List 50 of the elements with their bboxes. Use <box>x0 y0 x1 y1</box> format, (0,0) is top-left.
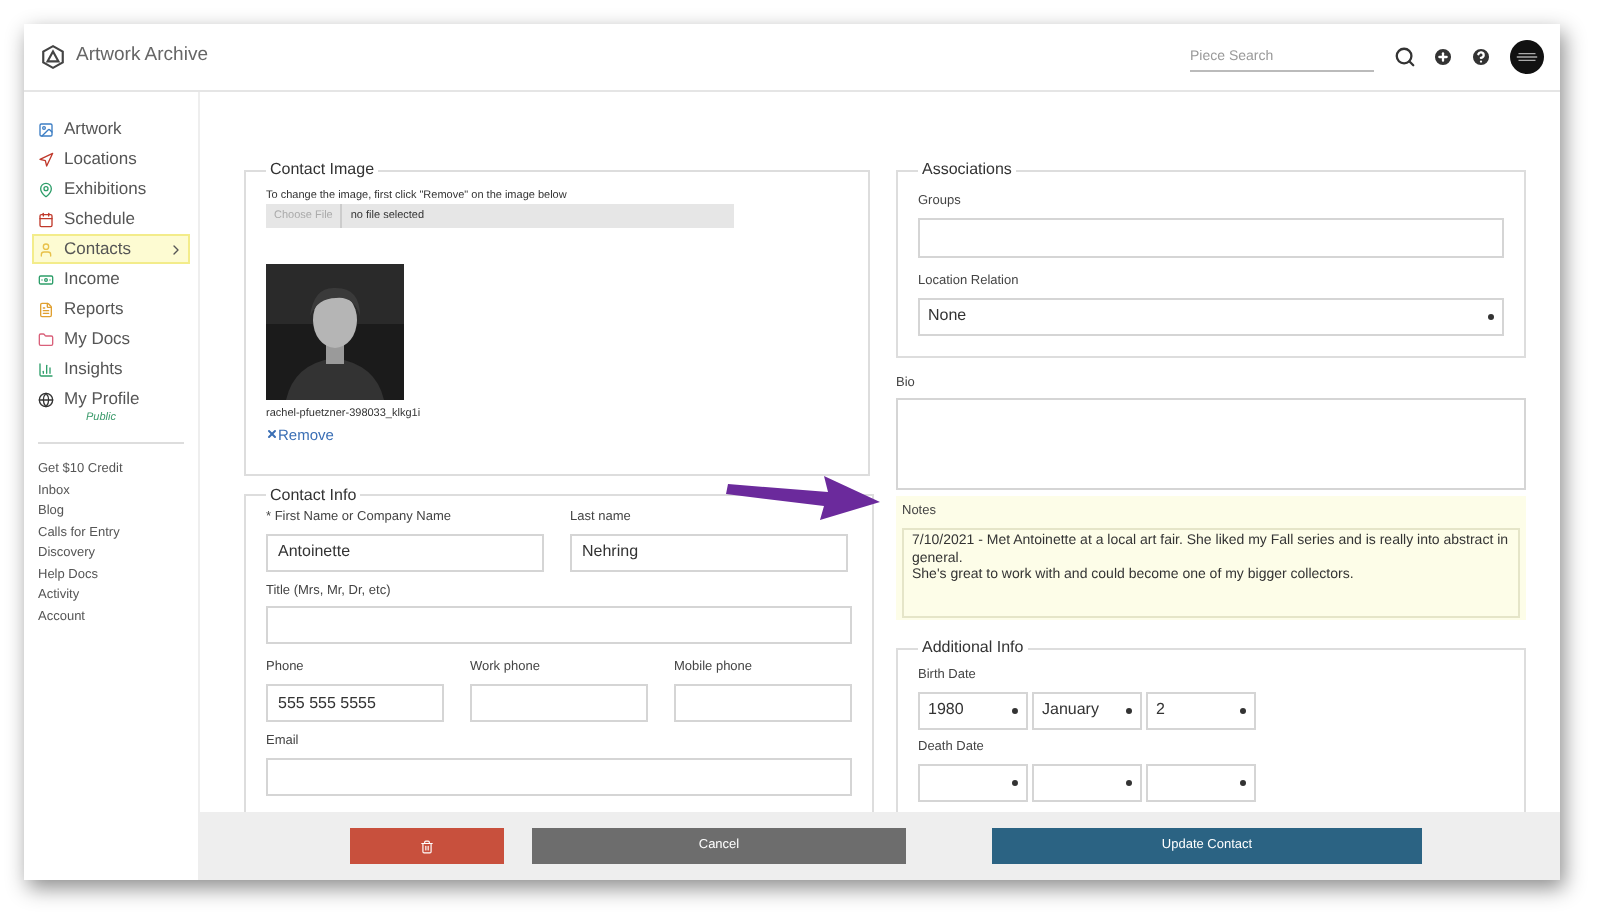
calendar-icon <box>38 211 54 227</box>
dropdown[interactable]: January <box>1032 691 1142 730</box>
image-icon <box>38 121 54 137</box>
sidebar-item[interactable]: Exhibitions <box>32 174 190 204</box>
dropdown[interactable]: 2 <box>1146 691 1256 730</box>
sidebar-item[interactable]: My Profile <box>32 384 190 414</box>
dropdown[interactable] <box>1146 763 1256 801</box>
text-field[interactable] <box>266 757 852 796</box>
text-field[interactable] <box>266 606 852 645</box>
avatar-icon[interactable] <box>1510 40 1544 74</box>
text-field[interactable]: Antoinette <box>266 533 544 571</box>
chevron-icon <box>168 241 184 257</box>
logo-icon <box>40 44 66 70</box>
navigation-arrow-icon <box>38 151 54 167</box>
section-title: Contact Image <box>268 158 377 182</box>
sidebar-item[interactable]: Locations <box>32 144 190 174</box>
section-title: Associations <box>920 158 1014 182</box>
text-field[interactable] <box>470 684 648 722</box>
sidebar-item[interactable]: Schedule <box>32 204 190 234</box>
sidebar-item[interactable]: Insights <box>32 354 190 384</box>
text-field[interactable]: Nehring <box>570 533 848 571</box>
text-field[interactable]: 555 555 5555 <box>266 684 444 722</box>
sidebar-item[interactable]: Artwork <box>32 114 190 144</box>
help-icon[interactable] <box>1470 46 1492 68</box>
bar-chart-icon <box>38 361 54 377</box>
close-icon <box>266 428 278 441</box>
add-icon[interactable] <box>1432 46 1454 68</box>
bio-textarea[interactable] <box>896 398 1526 491</box>
sidebar-item[interactable]: Income <box>32 264 190 294</box>
folder-icon <box>38 331 54 347</box>
search-icon[interactable] <box>1394 46 1416 68</box>
dropdown[interactable] <box>918 763 1028 801</box>
text-field[interactable] <box>674 684 852 722</box>
delete-button[interactable] <box>350 828 504 864</box>
dropdown[interactable]: 1980 <box>918 691 1028 730</box>
app-name: Artwork Archive <box>76 42 208 71</box>
sidebar-item[interactable]: My Docs <box>32 324 190 354</box>
dropdown[interactable] <box>1032 763 1142 801</box>
trash-icon <box>420 839 434 853</box>
sidebar-item[interactable]: Reports <box>32 294 190 324</box>
globe-icon <box>38 391 54 407</box>
sidebar-item[interactable]: Contacts <box>32 234 190 264</box>
section-title: Contact Info <box>268 483 359 508</box>
person-icon <box>38 241 54 257</box>
map-pin-icon <box>38 181 54 197</box>
dropdown[interactable]: None <box>918 297 1504 335</box>
document-icon <box>38 301 54 317</box>
text-field[interactable] <box>918 217 1504 258</box>
section-title: Additional Info <box>920 636 1026 660</box>
banknote-icon <box>38 271 54 287</box>
